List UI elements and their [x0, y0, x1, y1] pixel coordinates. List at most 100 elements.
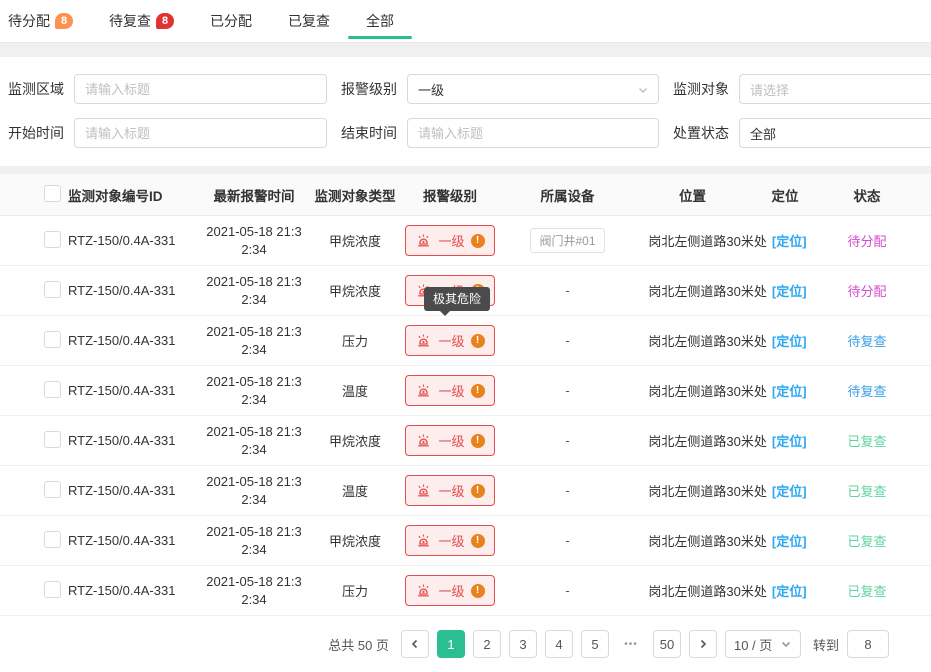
row-checkbox[interactable]: [44, 281, 61, 298]
monitor-type: 温度: [310, 481, 400, 500]
filter-panel: 监测区域 报警级别 一级 监测对象 请选择 开始时间 结束时间: [0, 57, 931, 166]
alarm-level-text: 一级: [438, 481, 464, 500]
locate-link[interactable]: [定位]: [772, 284, 807, 299]
alarm-level-badge[interactable]: 一级 !: [405, 575, 494, 606]
jump-to-input[interactable]: [847, 630, 889, 658]
row-checkbox[interactable]: [44, 381, 61, 398]
chevron-left-icon: [409, 638, 421, 650]
table-row: RTZ-150/0.4A-331 2021-05-18 21:32:34 甲烷浓…: [0, 216, 931, 266]
alarm-level-badge[interactable]: 一级 !: [405, 375, 494, 406]
monitor-object-select[interactable]: 请选择: [739, 74, 931, 104]
jump-to-label: 转到: [813, 635, 839, 654]
alarm-level-select[interactable]: 一级: [407, 74, 659, 104]
chevron-down-icon: [780, 638, 792, 650]
row-checkbox[interactable]: [44, 231, 61, 248]
alarm-level-badge[interactable]: 一级 !: [405, 525, 494, 556]
device-empty: -: [500, 383, 635, 398]
pagination-total: 总共 50 页: [328, 635, 389, 654]
alarm-level-text: 一级: [438, 531, 464, 550]
col-monitor-type: 监测对象类型: [310, 185, 400, 205]
monitor-type: 温度: [310, 381, 400, 400]
table-row: RTZ-150/0.4A-331 2021-05-18 21:32:34 甲烷浓…: [0, 516, 931, 566]
status-badge: 已复查: [847, 534, 886, 549]
page-button-2[interactable]: 2: [473, 630, 501, 658]
row-checkbox[interactable]: [44, 331, 61, 348]
alarm-time: 2021-05-18 21:32:34: [198, 573, 310, 609]
end-time-input[interactable]: [407, 118, 659, 148]
alarm-siren-icon: [415, 582, 432, 599]
row-checkbox[interactable]: [44, 531, 61, 548]
warning-icon: !: [471, 534, 485, 548]
tab-assigned[interactable]: 已分配: [210, 0, 252, 42]
alarm-level-badge[interactable]: 一级 !: [405, 225, 494, 256]
location-text: 岗北左侧道路30米处: [648, 484, 766, 499]
locate-link[interactable]: [定位]: [772, 484, 807, 499]
col-device: 所属设备: [500, 185, 635, 205]
warning-icon: !: [471, 484, 485, 498]
handle-status-select[interactable]: 全部: [739, 118, 931, 148]
start-time-label: 开始时间: [8, 123, 66, 143]
locate-link[interactable]: [定位]: [772, 234, 807, 249]
page-button-4[interactable]: 4: [545, 630, 573, 658]
col-monitor-id: 监测对象编号ID: [68, 185, 198, 205]
alarm-level-badge[interactable]: 一级 !: [405, 325, 494, 356]
section-separator: [0, 166, 931, 174]
tab-pending-recheck[interactable]: 待复查 8: [109, 0, 174, 42]
page-button-1[interactable]: 1: [437, 630, 465, 658]
col-location: 位置: [635, 185, 750, 205]
locate-link[interactable]: [定位]: [772, 384, 807, 399]
page-size-select[interactable]: 10 / 页: [725, 630, 801, 658]
monitor-id: RTZ-150/0.4A-331: [68, 583, 198, 598]
device-empty: -: [500, 583, 635, 598]
alarm-level-tooltip: 极其危险: [424, 287, 490, 311]
locate-link[interactable]: [定位]: [772, 584, 807, 599]
select-all-checkbox[interactable]: [44, 185, 61, 202]
page-button-3[interactable]: 3: [509, 630, 537, 658]
alarm-time: 2021-05-18 21:32:34: [198, 223, 310, 259]
monitor-area-input[interactable]: [74, 74, 327, 104]
row-checkbox[interactable]: [44, 431, 61, 448]
handle-status-value: 全部: [750, 124, 931, 143]
monitor-id: RTZ-150/0.4A-331: [68, 333, 198, 348]
tab-pending-assign[interactable]: 待分配 8: [8, 0, 73, 42]
alarm-level-badge[interactable]: 一级 !: [405, 475, 494, 506]
prev-page-button[interactable]: [401, 630, 429, 658]
monitor-object-label: 监测对象: [673, 79, 731, 99]
alarm-time: 2021-05-18 21:32:34: [198, 423, 310, 459]
monitor-id: RTZ-150/0.4A-331: [68, 433, 198, 448]
monitor-type: 甲烷浓度: [310, 531, 400, 550]
tab-all[interactable]: 全部: [366, 0, 394, 42]
status-badge: 已复查: [847, 484, 886, 499]
alarm-siren-icon: [415, 482, 432, 499]
page-button-50[interactable]: 50: [653, 630, 681, 658]
device-empty: -: [500, 433, 635, 448]
page-button-5[interactable]: 5: [581, 630, 609, 658]
warning-icon: !: [471, 584, 485, 598]
alarm-level-text: 一级: [438, 431, 464, 450]
start-time-input[interactable]: [74, 118, 327, 148]
locate-link[interactable]: [定位]: [772, 334, 807, 349]
tab-count-badge: 8: [55, 13, 73, 29]
monitor-type: 压力: [310, 331, 400, 350]
page-ellipsis[interactable]: •••: [617, 630, 645, 658]
location-text: 岗北左侧道路30米处: [648, 334, 766, 349]
alarm-siren-icon: [415, 382, 432, 399]
tab-rechecked[interactable]: 已复查: [288, 0, 330, 42]
alarm-level-label: 报警级别: [341, 79, 399, 99]
status-badge: 已复查: [847, 584, 886, 599]
alarm-siren-icon: [415, 532, 432, 549]
location-text: 岗北左侧道路30米处: [648, 434, 766, 449]
tab-label: 已复查: [288, 11, 330, 31]
location-text: 岗北左侧道路30米处: [648, 534, 766, 549]
alarm-level-badge[interactable]: 一级 !: [405, 425, 494, 456]
tab-label: 待分配: [8, 11, 50, 31]
locate-link[interactable]: [定位]: [772, 434, 807, 449]
row-checkbox[interactable]: [44, 581, 61, 598]
monitor-type: 甲烷浓度: [310, 231, 400, 250]
row-checkbox[interactable]: [44, 481, 61, 498]
next-page-button[interactable]: [689, 630, 717, 658]
monitor-id: RTZ-150/0.4A-331: [68, 283, 198, 298]
section-separator: [0, 43, 931, 57]
warning-icon: !: [471, 384, 485, 398]
locate-link[interactable]: [定位]: [772, 534, 807, 549]
